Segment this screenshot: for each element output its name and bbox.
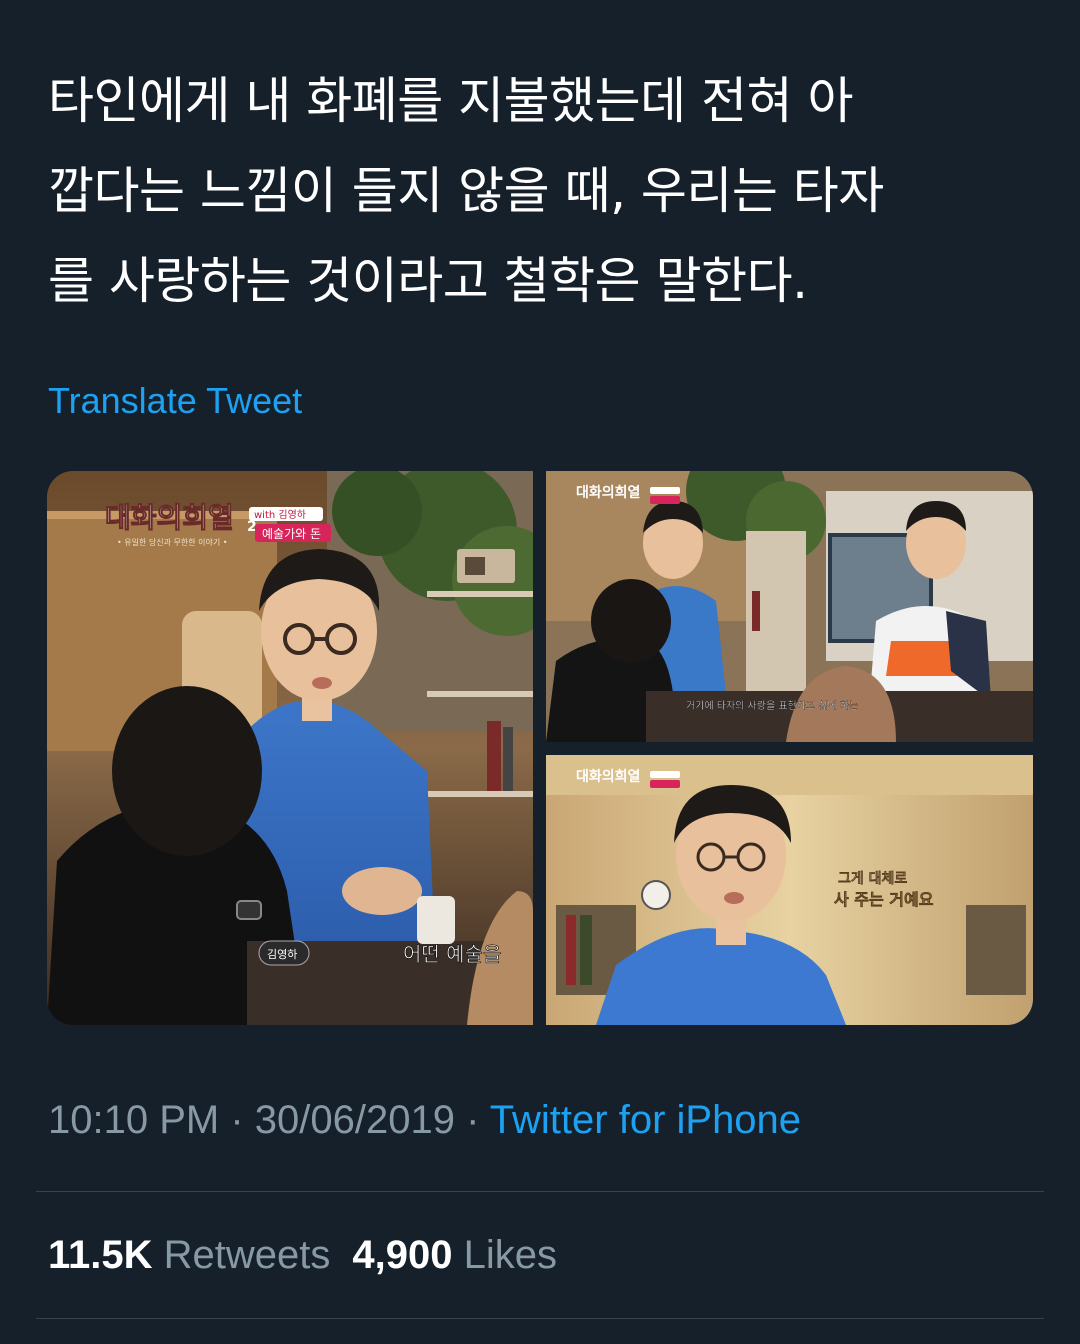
caption-line-1: 그게 대체로 xyxy=(838,871,907,887)
tweet-text-line: 깝다는 느낌이 들지 않을 때, 우리는 타자 xyxy=(48,162,884,220)
retweets-stat[interactable]: 11.5K Retweets xyxy=(48,1233,330,1277)
meta-separator: · xyxy=(219,1098,255,1142)
tweet-source-link[interactable]: Twitter for iPhone xyxy=(490,1098,801,1142)
subtitle: 거기에 타자의 사랑을 표현하고 싶어 하는 xyxy=(686,699,858,712)
tweet-meta: 10:10 PM · 30/06/2019 · Twitter for iPho… xyxy=(48,1098,801,1143)
guest-badge: with 김영하 xyxy=(254,508,306,521)
media-image-3[interactable]: 대화의희열 그게 대체로 사 주는 거예요 xyxy=(546,755,1033,1025)
retweets-count: 11.5K xyxy=(48,1233,153,1277)
tv-still-photo: 대화의희열 그게 대체로 사 주는 거예요 xyxy=(546,755,1033,1025)
tv-still-photo: 대화의희열 거기에 타자의 사랑을 표현하고 싶어 하는 xyxy=(546,471,1033,742)
meta-separator: · xyxy=(454,1098,490,1142)
tweet-text: 타인에게 내 화폐를 지불했는데 전혀 아 깝다는 느낌이 들지 않을 때, 우… xyxy=(48,56,1038,326)
tweet-stats: 11.5K Retweets 4,900 Likes xyxy=(48,1233,557,1278)
show-logo: 대화의희열 xyxy=(576,768,640,785)
tweet-detail: 타인에게 내 화폐를 지불했는데 전혀 아 깝다는 느낌이 들지 않을 때, 우… xyxy=(0,0,1080,1344)
translate-tweet-link[interactable]: Translate Tweet xyxy=(48,380,302,422)
tweet-date[interactable]: 30/06/2019 xyxy=(255,1098,455,1142)
tweet-text-line: 타인에게 내 화폐를 지불했는데 전혀 아 xyxy=(48,72,853,130)
likes-label: Likes xyxy=(463,1233,558,1277)
show-tagline: • 유일한 당신과 무한한 이야기 • xyxy=(117,537,227,547)
media-image-2[interactable]: 대화의희열 거기에 타자의 사랑을 표현하고 싶어 하는 xyxy=(546,471,1033,742)
media-grid: 대화의희열 2 • 유일한 당신과 무한한 이야기 • with 김영하 예술가… xyxy=(47,471,1033,1025)
divider xyxy=(36,1191,1044,1192)
episode-badge: 예술가와 돈 xyxy=(262,527,321,541)
tweet-time[interactable]: 10:10 PM xyxy=(48,1098,219,1142)
tweet-text-line: 를 사랑하는 것이라고 철학은 말한다. xyxy=(48,252,808,310)
caption-line-2: 사 주는 거예요 xyxy=(834,890,934,909)
retweets-label: Retweets xyxy=(163,1233,331,1277)
tv-still-photo: 대화의희열 2 • 유일한 당신과 무한한 이야기 • with 김영하 예술가… xyxy=(47,471,533,1025)
subtitle: 어떤 예술을 xyxy=(403,942,501,966)
likes-count: 4,900 xyxy=(352,1233,453,1277)
likes-stat[interactable]: 4,900 Likes xyxy=(352,1233,557,1277)
show-logo: 대화의희열 xyxy=(576,484,640,501)
media-image-1[interactable]: 대화의희열 2 • 유일한 당신과 무한한 이야기 • with 김영하 예술가… xyxy=(47,471,533,1025)
show-logo: 대화의희열 xyxy=(105,501,234,534)
name-tag: 김영하 xyxy=(267,947,297,961)
divider xyxy=(36,1318,1044,1319)
